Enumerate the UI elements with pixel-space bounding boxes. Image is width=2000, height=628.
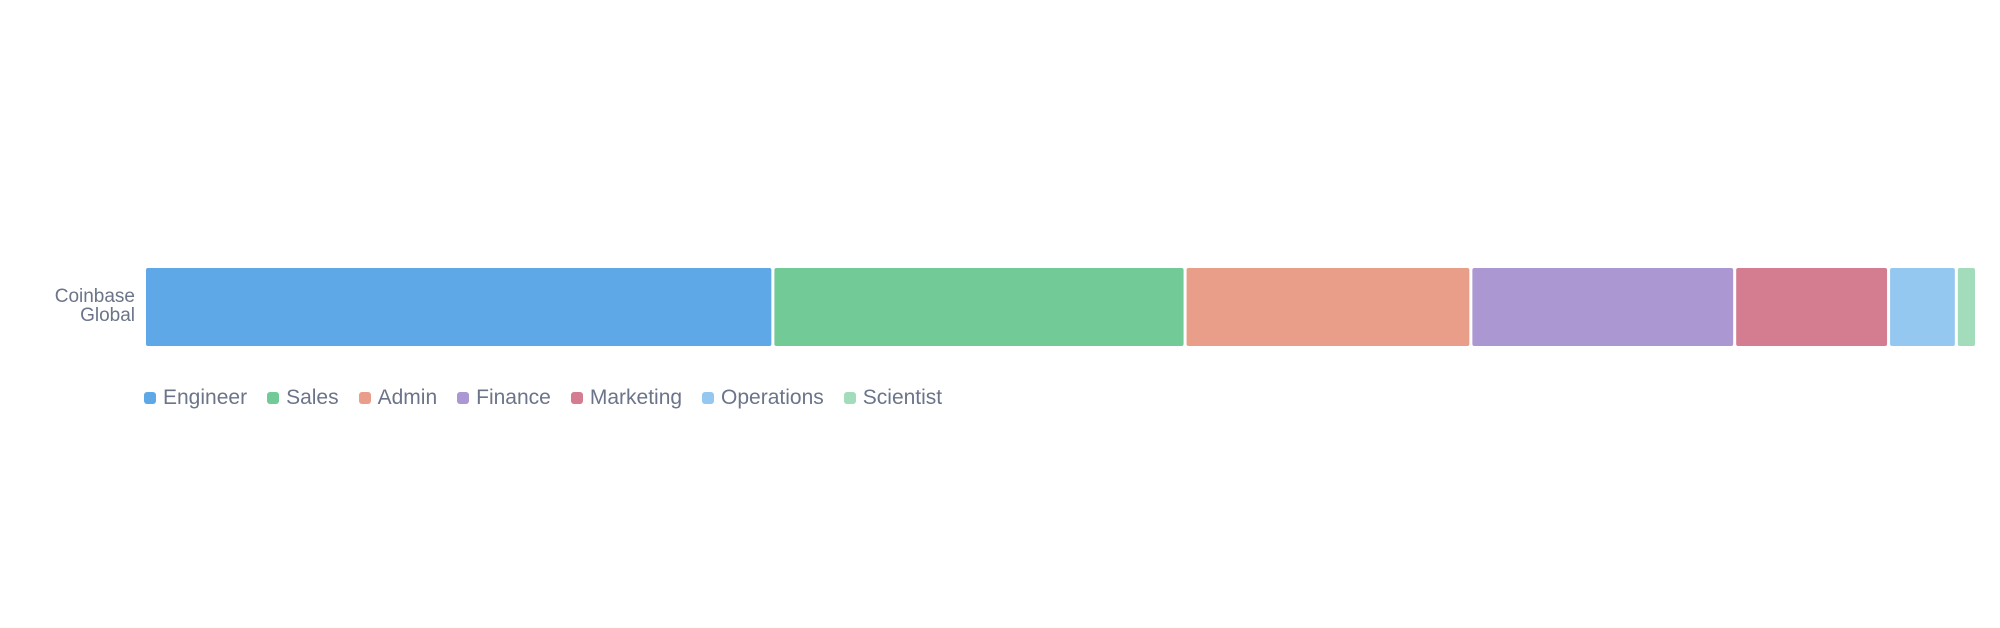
bar-segment-sales[interactable] [774, 268, 1184, 346]
legend-item-admin[interactable]: Admin [358, 386, 438, 410]
category-label-line-1: Coinbase [54, 286, 135, 307]
legend-label: Engineer [163, 386, 248, 409]
legend-label: Finance [476, 386, 551, 409]
legend-swatch-icon [144, 392, 156, 404]
stacked-bar-chart [146, 268, 1975, 346]
legend-swatch-icon [457, 392, 470, 404]
legend-item-sales[interactable]: Sales [267, 386, 339, 410]
legend-item-operations[interactable]: Operations [702, 386, 824, 410]
legend-label: Admin [377, 386, 438, 409]
bar-segment-operations[interactable] [1890, 268, 1955, 346]
legend-swatch-icon [267, 392, 280, 404]
bar-group [146, 268, 1975, 346]
legend-label: Marketing [589, 386, 683, 409]
legend-label: Scientist [862, 386, 943, 409]
legend-item-scientist[interactable]: Scientist [843, 386, 943, 410]
legend-item-engineer[interactable]: Engineer [144, 386, 247, 410]
legend-item-marketing[interactable]: Marketing [570, 386, 683, 410]
legend-swatch-icon [358, 392, 371, 404]
legend-item-finance[interactable]: Finance [457, 386, 551, 410]
legend-label: Sales [286, 386, 339, 409]
category-label: Coinbase Global [55, 287, 135, 325]
legend-label: Operations [721, 386, 824, 409]
bar-segment-engineer[interactable] [146, 268, 772, 346]
bar-segment-marketing[interactable] [1736, 268, 1888, 346]
legend-swatch-icon [843, 392, 856, 404]
legend: Engineer Sales Admin Finance Marketing Operat… [144, 386, 962, 410]
bar-segment-finance[interactable] [1472, 268, 1734, 346]
bar-segment-scientist[interactable] [1957, 268, 1975, 346]
legend-swatch-icon [702, 392, 715, 404]
category-label-line-2: Global [80, 305, 135, 326]
bar-segment-admin[interactable] [1186, 268, 1470, 346]
legend-swatch-icon [570, 392, 583, 404]
